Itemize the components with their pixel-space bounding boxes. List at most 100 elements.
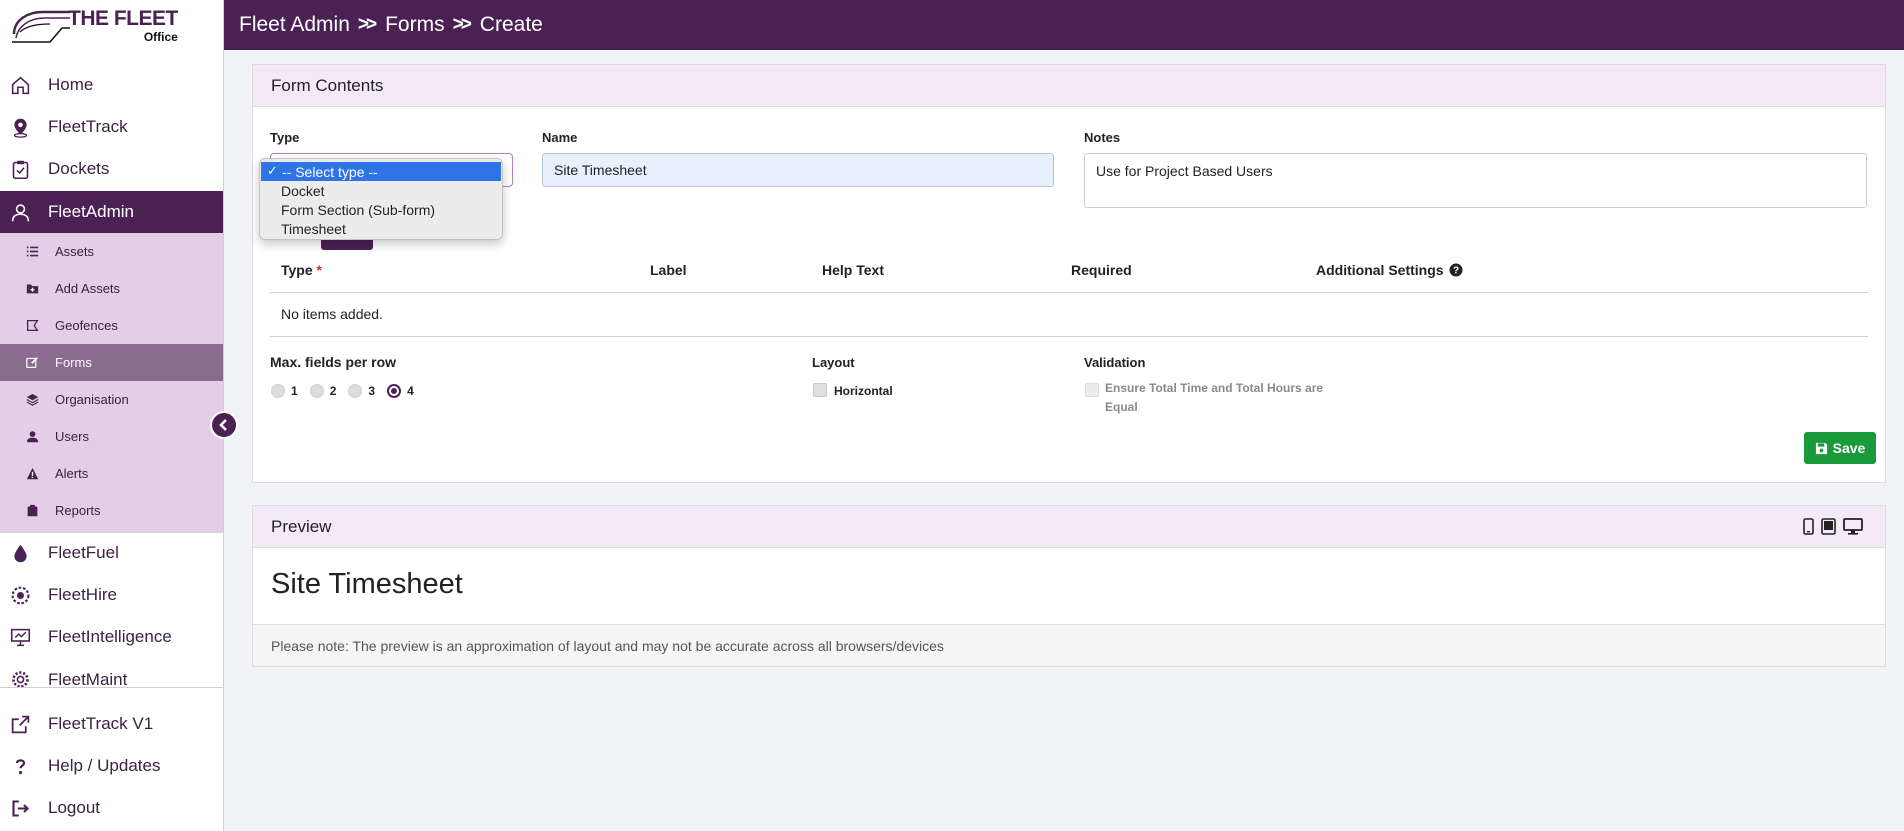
preview-panel-header: Preview — [253, 506, 1885, 548]
sidebar-subitem-forms[interactable]: Forms — [0, 344, 223, 381]
sidebar-item-label: Dockets — [48, 159, 110, 178]
name-label: Name — [542, 130, 578, 145]
sidebar-subitem-organisation[interactable]: Organisation — [0, 381, 223, 418]
svg-text:?: ? — [1453, 266, 1459, 277]
sidebar: THE FLEET Office Home FleetTrack Dockets… — [0, 0, 224, 831]
sidebar-item-label: FleetIntelligence — [48, 627, 172, 646]
sidebar-item-fleetadmin[interactable]: FleetAdmin — [0, 191, 223, 233]
sidebar-item-help[interactable]: Help / Updates — [0, 745, 223, 787]
layers-icon — [26, 393, 39, 406]
fuel-drop-icon — [14, 544, 27, 563]
breadcrumb-item-forms[interactable]: Forms — [385, 13, 445, 37]
brand-logo[interactable]: THE FLEET Office — [0, 0, 223, 50]
sidebar-item-label: FleetMaint — [48, 670, 128, 687]
brand-subtitle: Office — [143, 29, 178, 44]
sidebar-subitem-label: Add Assets — [55, 281, 121, 296]
fleetadmin-submenu: Assets Add Assets Geofences Forms Organi… — [0, 233, 223, 533]
fleet-truck-logo-icon — [12, 10, 70, 43]
logout-icon — [12, 800, 29, 817]
form-contents-panel: Form Contents — [252, 64, 1886, 483]
sidebar-item-fleethire[interactable]: FleetHire — [0, 574, 223, 616]
list-icon — [26, 246, 39, 257]
sidebar-subitem-assets[interactable]: Assets — [0, 233, 223, 270]
map-pin-icon — [13, 118, 28, 138]
save-button[interactable]: Save — [1804, 432, 1876, 464]
preview-title: Preview — [271, 516, 332, 536]
layout-label: Layout — [812, 355, 855, 370]
desktop-icon[interactable] — [1843, 518, 1863, 535]
type-option-timesheet[interactable]: Timesheet — [260, 219, 502, 238]
column-header-type: Type * — [281, 262, 322, 278]
sidebar-item-label: Home — [48, 75, 94, 94]
checkmark-icon: ✓ — [267, 163, 278, 178]
empty-table-message: No items added. — [281, 306, 383, 322]
type-option-docket[interactable]: Docket — [260, 181, 502, 200]
sidebar-divider — [0, 687, 223, 688]
preview-panel: Preview Site Timesheet Please note: The … — [252, 505, 1886, 667]
max-fields-radio-4[interactable]: 4 — [387, 384, 414, 398]
sidebar-subitem-label: Forms — [55, 355, 92, 370]
top-bar: Fleet Admin >> Forms >> Create — [224, 0, 1904, 50]
sidebar-item-label: FleetFuel — [48, 543, 119, 562]
notes-textarea[interactable]: Use for Project Based Users — [1084, 153, 1867, 208]
clipboard-check-icon — [12, 160, 29, 180]
sidebar-item-fleetfuel[interactable]: FleetFuel — [0, 532, 223, 574]
sidebar-item-home[interactable]: Home — [0, 64, 223, 106]
sidebar-item-label: FleetHire — [48, 585, 117, 604]
mobile-icon[interactable] — [1803, 518, 1814, 535]
horizontal-checkbox-label: Horizontal — [834, 384, 893, 398]
max-fields-radio-1[interactable]: 1 — [271, 384, 298, 398]
validation-label: Validation — [1084, 355, 1146, 370]
folder-plus-icon — [26, 284, 39, 294]
sidebar-subitem-users[interactable]: Users — [0, 418, 223, 455]
sidebar-subitem-label: Organisation — [55, 392, 129, 407]
sidebar-subitem-add-assets[interactable]: Add Assets — [0, 270, 223, 307]
clipboard-icon — [27, 504, 38, 517]
sidebar-item-label: FleetTrack — [48, 117, 128, 136]
maintenance-gear-icon — [12, 671, 29, 687]
notes-label: Notes — [1084, 130, 1121, 145]
sidebar-item-dockets[interactable]: Dockets — [0, 148, 223, 190]
sidebar-item-fleetmaint[interactable]: FleetMaint — [0, 658, 223, 687]
presentation-icon — [10, 628, 31, 647]
type-option-select[interactable]: ✓ -- Select type -- — [261, 162, 501, 181]
name-input[interactable]: Site Timesheet — [542, 153, 1054, 187]
column-header-label: Label — [650, 262, 687, 278]
sidebar-item-fleettrack-v1[interactable]: FleetTrack V1 — [0, 703, 223, 745]
sidebar-item-logout[interactable]: Logout — [0, 787, 223, 829]
sidebar-item-fleettrack[interactable]: FleetTrack — [0, 106, 223, 148]
type-option-form-section[interactable]: Form Section (Sub-form) — [260, 200, 502, 219]
validation-checkbox-label: Ensure Total Time and Total Hours are Eq… — [1105, 381, 1324, 414]
sidebar-subitem-alerts[interactable]: Alerts — [0, 455, 223, 492]
sidebar-item-label: FleetTrack V1 — [48, 714, 154, 733]
tablet-icon[interactable] — [1821, 518, 1836, 535]
table-bottom-divider — [270, 336, 1868, 337]
sidebar-subitem-label: Reports — [55, 503, 101, 518]
validation-checkbox[interactable] — [1085, 383, 1099, 397]
horizontal-checkbox[interactable] — [813, 383, 827, 397]
user-gear-icon — [11, 204, 30, 222]
sidebar-subitem-label: Alerts — [55, 466, 89, 481]
sidebar-collapse-button[interactable] — [210, 411, 238, 439]
sidebar-subitem-geofences[interactable]: Geofences — [0, 307, 223, 344]
sidebar-item-fleetintelligence[interactable]: FleetIntelligence — [0, 616, 223, 658]
brand-title: THE FLEET — [68, 6, 178, 30]
hire-gear-icon — [11, 586, 30, 605]
home-icon — [11, 76, 30, 95]
help-circle-icon[interactable]: ? — [1449, 263, 1463, 277]
breadcrumb-item-create: Create — [479, 13, 543, 36]
breadcrumb-item-fleet-admin[interactable]: Fleet Admin — [239, 13, 350, 37]
external-link-icon — [11, 715, 30, 734]
max-fields-radio-3[interactable]: 3 — [348, 384, 375, 398]
user-icon — [26, 431, 39, 443]
max-fields-radio-2[interactable]: 2 — [309, 384, 336, 398]
preview-disclaimer: Please note: The preview is an approxima… — [253, 624, 1885, 666]
chevron-left-icon — [219, 419, 227, 431]
save-disk-icon — [1815, 442, 1827, 454]
sidebar-item-label: FleetAdmin — [48, 202, 134, 221]
device-switcher — [1803, 518, 1863, 535]
column-header-required: Required — [1071, 262, 1132, 278]
sidebar-subitem-label: Users — [55, 429, 89, 444]
question-icon — [15, 759, 26, 775]
sidebar-subitem-reports[interactable]: Reports — [0, 492, 223, 529]
